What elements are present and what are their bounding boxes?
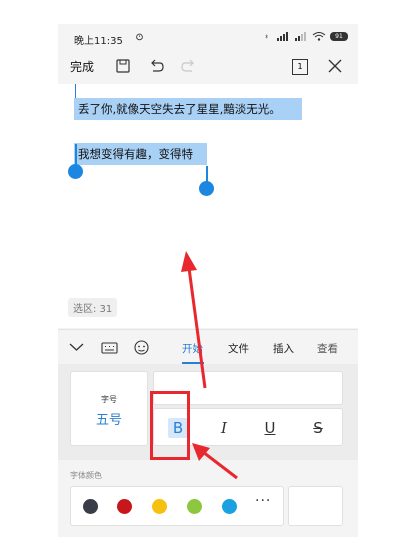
document-area[interactable]: 丢了你,就像天空失去了星星,黯淡无光。 我想变得有趣，变得特 选区: 31 (58, 84, 358, 328)
redo-icon[interactable] (180, 57, 198, 75)
phone-screen: 晚上11:35 91 完成 1 丢了你,就像天空失去了星星,黯淡无光。 我想变得… (58, 24, 358, 537)
document-line[interactable]: 丢了你,就像天空失去了星星,黯淡无光。 (78, 101, 281, 117)
keyboard-icon[interactable] (101, 339, 118, 356)
selection-count-badge: 选区: 31 (68, 298, 118, 317)
color-swatch[interactable] (117, 499, 132, 514)
alarm-icon (136, 33, 143, 41)
color-swatch[interactable] (222, 499, 237, 514)
selection-end-handle[interactable] (199, 181, 214, 196)
wifi-icon (312, 32, 326, 41)
signal-icon (277, 32, 288, 41)
font-color-panel: 字体颜色 ··· (58, 461, 358, 537)
annotation-highlight-box (150, 391, 190, 460)
status-time: 晚上11:35 (74, 36, 123, 47)
more-colors-button[interactable]: ··· (255, 493, 271, 509)
bluetooth-icon (265, 34, 268, 39)
document-line[interactable]: 我想变得有趣，变得特 (78, 146, 193, 162)
font-color-label: 字体颜色 (70, 471, 102, 480)
chevron-down-icon[interactable] (68, 339, 85, 356)
italic-button[interactable]: I (211, 416, 237, 440)
color-swatch-card: ··· (70, 486, 284, 526)
battery-icon: 91 (330, 32, 348, 41)
ribbon-tab-bar: 开始 文件 插入 查看 (58, 329, 358, 364)
strikethrough-button[interactable]: S (305, 416, 331, 440)
highlight-color-button[interactable] (288, 486, 343, 526)
font-size-value: 五号 (95, 413, 122, 428)
font-size-card[interactable]: 字号 五号 (70, 371, 148, 446)
signal-icon-2 (295, 32, 306, 41)
done-button[interactable]: 完成 (70, 58, 94, 75)
page-count-icon[interactable]: 1 (292, 59, 308, 75)
undo-icon[interactable] (147, 57, 165, 75)
tab-view[interactable]: 查看 (317, 341, 338, 356)
status-icons: 91 (265, 32, 348, 41)
screen: 晚上11:35 91 完成 1 丢了你,就像天空失去了星星,黯淡无光。 我想变得… (0, 0, 402, 537)
underline-button[interactable]: U (257, 416, 283, 440)
close-icon[interactable] (326, 57, 344, 75)
selection-start-handle[interactable] (68, 164, 83, 179)
status-bar: 晚上11:35 91 (58, 24, 358, 52)
font-size-label: 字号 (101, 395, 117, 404)
save-icon[interactable] (114, 57, 132, 75)
format-panel: 字号 五号 B I U S (58, 364, 358, 460)
tab-file[interactable]: 文件 (228, 341, 249, 356)
color-swatch[interactable] (152, 499, 167, 514)
tab-insert[interactable]: 插入 (273, 341, 294, 356)
tab-start[interactable]: 开始 (182, 341, 203, 356)
voice-assistant-icon[interactable] (133, 339, 150, 356)
color-swatch[interactable] (83, 499, 98, 514)
top-toolbar: 完成 1 (58, 52, 358, 82)
color-swatch[interactable] (187, 499, 202, 514)
